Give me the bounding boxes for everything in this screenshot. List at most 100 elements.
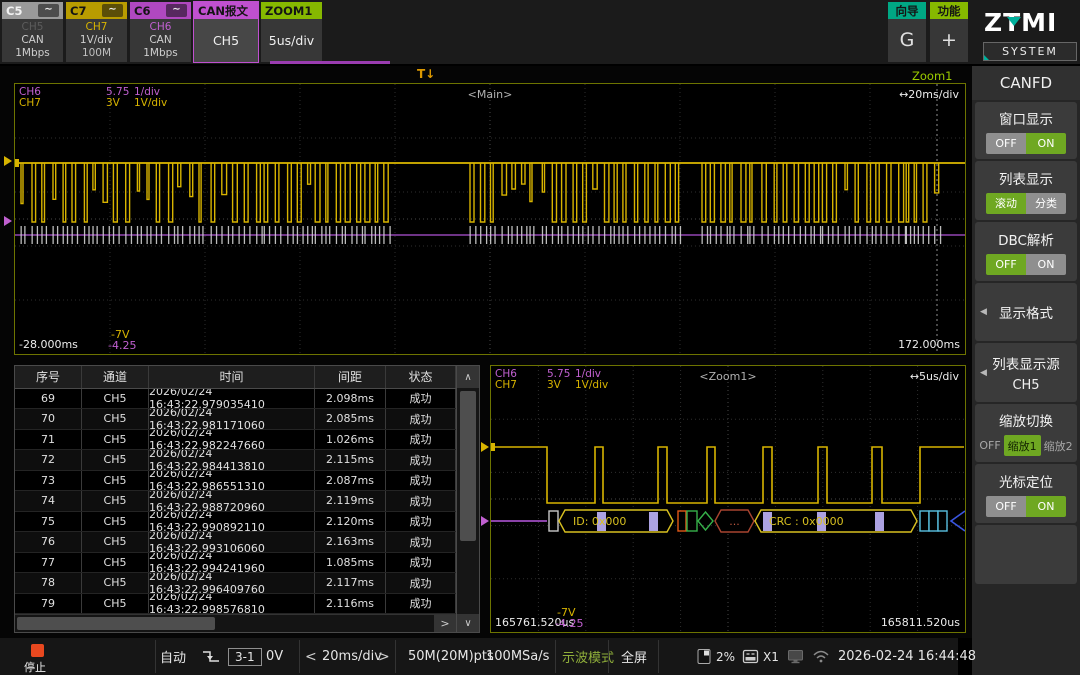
tab-c5[interactable]: C5 ∼ CH5CAN1Mbps <box>2 2 63 62</box>
tab-zoom1[interactable]: ZOOM15us/div <box>261 2 322 62</box>
table-cell: 成功 <box>386 573 456 593</box>
wave-type-icon[interactable]: ∼ <box>102 4 123 17</box>
tab-header-can-msg: CAN报文 <box>194 2 258 19</box>
trigger-position-marker[interactable]: T↓ <box>417 67 435 81</box>
sidebar-panel-缩放切换[interactable]: 缩放切换 OFF缩放1缩放2 <box>975 404 1077 462</box>
separator <box>608 640 609 673</box>
table-cell: 成功 <box>386 471 456 491</box>
table-cell: 成功 <box>386 430 456 450</box>
table-row[interactable]: 75CH52026/02/24 16:43:22.9908921102.120m… <box>15 512 456 533</box>
sidebar-panel-光标定位[interactable]: 光标定位OFFON <box>975 464 1077 523</box>
toggle-option-ON[interactable]: ON <box>1026 254 1066 275</box>
trigger-source-value: 3-1 <box>228 648 262 666</box>
stop-indicator-icon[interactable] <box>31 644 44 657</box>
table-header-cell: 间距 <box>315 366 386 388</box>
table-cell: CH5 <box>82 512 149 532</box>
table-header-cell: 通道 <box>82 366 149 388</box>
tab-line: CAN <box>21 34 43 47</box>
table-cell: 79 <box>15 594 82 614</box>
table-row[interactable]: 70CH52026/02/24 16:43:22.9811710602.085m… <box>15 409 456 430</box>
datetime: 2026-02-24 16:44:48 <box>838 638 976 675</box>
panel-label: 缩放切换 <box>999 410 1053 430</box>
table-cell: 2026/02/24 16:43:22.998576810 <box>149 594 315 614</box>
trigger-mode[interactable]: 自动 <box>160 638 186 675</box>
table-row[interactable]: 69CH52026/02/24 16:43:22.9790354102.098m… <box>15 389 456 410</box>
main-scope-window: CH65.751/divCH73V1V/div <Main> ↔20ms/div… <box>14 83 966 355</box>
main-timebase-label: ↔20ms/div <box>899 88 959 101</box>
table-row[interactable]: 72CH52026/02/24 16:43:22.9844138102.115m… <box>15 450 456 471</box>
sidebar-panel-显示格式[interactable]: ◀显示格式 <box>975 283 1077 341</box>
sidebar-panels: 窗口显示OFFON列表显示滚动分类DBC解析OFFON◀显示格式◀列表显示源CH… <box>972 102 1080 584</box>
tool-label: 功能 <box>938 3 961 19</box>
main-volt-label-ch6: -4.25 <box>108 339 136 352</box>
table-row[interactable]: 76CH52026/02/24 16:43:22.9931060602.163m… <box>15 532 456 553</box>
wave-type-icon[interactable]: ∼ <box>166 4 187 17</box>
ch7-position-marker[interactable] <box>4 156 12 166</box>
zoom-ch7-position-marker[interactable] <box>481 442 489 452</box>
tab-c6[interactable]: C6∼CH6CAN1Mbps <box>130 2 191 62</box>
toggle-option-OFF[interactable]: OFF <box>976 435 1003 456</box>
trigger-level[interactable]: 0V <box>266 638 283 675</box>
toggle-option-分类[interactable]: 分类 <box>1026 193 1066 214</box>
table-cell: 成功 <box>386 512 456 532</box>
table-row[interactable]: 79CH52026/02/24 16:43:22.9985768102.116m… <box>15 594 456 615</box>
sidebar-panel-列表显示[interactable]: 列表显示滚动分类 <box>975 161 1077 220</box>
toggle-option-缩放1[interactable]: 缩放1 <box>1004 435 1041 456</box>
table-cell: 2.119ms <box>315 491 386 511</box>
sidebar-panel-窗口显示[interactable]: 窗口显示 OFFON <box>975 102 1077 159</box>
channel-name-label: CH7 <box>495 379 517 391</box>
tab-line: 5us/div <box>269 34 314 47</box>
table-row[interactable]: 77CH52026/02/24 16:43:22.9942419601.085m… <box>15 553 456 574</box>
sidebar-panel-列表显示源[interactable]: ◀列表显示源CH5 <box>975 343 1077 402</box>
timebase-decrease-button[interactable]: < <box>305 638 317 675</box>
tab-label: C5 <box>6 4 22 18</box>
table-row[interactable]: 73CH52026/02/24 16:43:22.9865513102.087m… <box>15 471 456 492</box>
scroll-down-button[interactable]: ∨ <box>457 614 479 632</box>
fullscreen-button[interactable]: 全屏 <box>621 638 647 675</box>
tab-can-msg[interactable]: CAN报文 CH5 <box>194 2 258 62</box>
tool-function[interactable]: 功能+ <box>930 2 968 62</box>
table-cell: 成功 <box>386 389 456 409</box>
scope-mode[interactable]: 示波模式 <box>562 638 614 675</box>
table-cell: CH5 <box>82 532 149 552</box>
channel-scale-label: 3V <box>106 97 120 109</box>
table-cell: 1.085ms <box>315 553 386 573</box>
expand-left-icon: ◀ <box>980 307 987 317</box>
tool-wizard[interactable]: 向导G <box>888 2 926 62</box>
zoom-ch6-position-marker[interactable] <box>481 516 489 526</box>
channel-unit-label: 1V/div <box>134 97 167 109</box>
zoom-waveform-canvas: ID: 0x000...CRC : 0x0000 <box>491 366 965 632</box>
expand-left-icon: ◀ <box>980 368 987 378</box>
toggle-option-ON[interactable]: ON <box>1026 133 1066 154</box>
toggle-option-滚动[interactable]: 滚动 <box>986 193 1026 214</box>
wave-type-icon[interactable]: ∼ <box>38 4 59 17</box>
tab-line: CH5 <box>22 21 44 34</box>
tab-body-c5: CH5CAN1Mbps <box>2 19 63 62</box>
panel-label: 窗口显示 <box>999 108 1053 128</box>
sample-rate: 100MSa/s <box>486 638 549 675</box>
toggle-option-OFF[interactable]: OFF <box>986 133 1026 154</box>
table-cell: CH5 <box>82 409 149 429</box>
tab-c7[interactable]: C7∼CH71V/div100M <box>66 2 127 62</box>
table-vertical-scrollbar[interactable]: ∧ ∨ <box>456 366 479 632</box>
table-horizontal-scrollbar[interactable]: > <box>15 614 456 632</box>
timebase-value[interactable]: 20ms/div <box>322 638 382 675</box>
table-row[interactable]: 74CH52026/02/24 16:43:22.9887209602.119m… <box>15 491 456 512</box>
tab-line: CH5 <box>213 34 239 47</box>
toggle-option-缩放2[interactable]: 缩放2 <box>1041 435 1076 456</box>
table-cell: CH5 <box>82 450 149 470</box>
sidebar-panel-DBC解析[interactable]: DBC解析OFFON <box>975 222 1077 281</box>
system-button[interactable]: SYSTEM <box>983 42 1077 61</box>
vertical-scroll-thumb[interactable] <box>460 391 476 541</box>
timebase-increase-button[interactable]: > <box>378 638 390 675</box>
scroll-up-button[interactable]: ∧ <box>457 366 479 388</box>
toggle-option-OFF[interactable]: OFF <box>986 254 1026 275</box>
toggle-option-OFF[interactable]: OFF <box>986 496 1026 517</box>
table-row[interactable]: 78CH52026/02/24 16:43:22.9964097602.117m… <box>15 573 456 594</box>
table-row[interactable]: 71CH52026/02/24 16:43:22.9822476601.026m… <box>15 430 456 451</box>
scroll-right-button[interactable]: > <box>434 615 456 632</box>
ch6-position-marker[interactable] <box>4 216 12 226</box>
trigger-source[interactable]: 3-1 <box>228 638 262 675</box>
toggle-option-ON[interactable]: ON <box>1026 496 1066 517</box>
horizontal-scroll-thumb[interactable] <box>17 617 215 630</box>
